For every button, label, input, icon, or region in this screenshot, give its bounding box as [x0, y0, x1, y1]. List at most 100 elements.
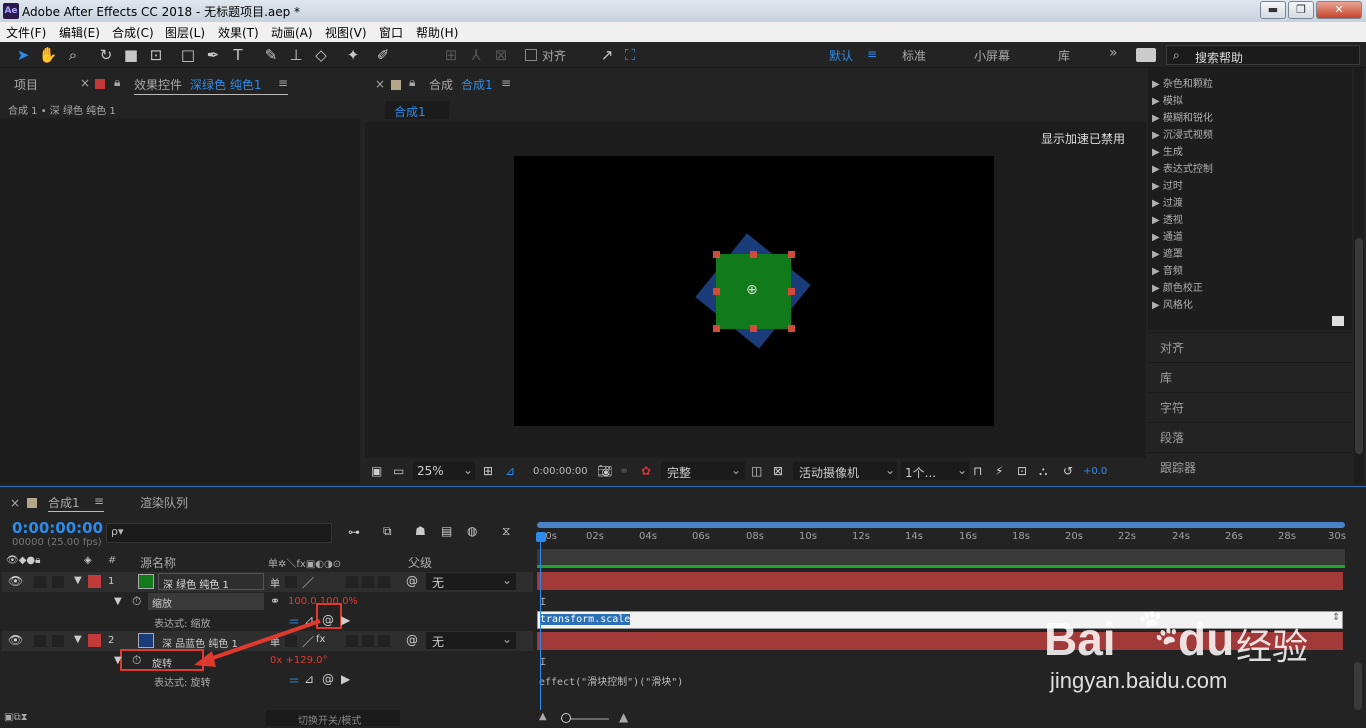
frame-blending-icon[interactable]: ▤: [441, 524, 452, 538]
work-area-bar[interactable]: [537, 522, 1345, 528]
expression-language-menu-icon[interactable]: ▶: [341, 613, 350, 627]
sync-settings-icon[interactable]: [1136, 48, 1156, 62]
pen-tool-icon[interactable]: ✒: [203, 45, 223, 65]
close-comp-tab-icon[interactable]: ×: [375, 77, 385, 91]
timeline-timecode[interactable]: 0:00:00:00: [12, 519, 103, 537]
minimize-button[interactable]: ▬: [1260, 1, 1286, 19]
clone-stamp-tool-icon[interactable]: ⊥: [286, 45, 306, 65]
close-tab-icon[interactable]: ×: [80, 76, 90, 90]
zoom-slider-thumb[interactable]: [561, 713, 571, 723]
anchor-point-icon[interactable]: ⊕: [746, 282, 758, 298]
menu-window[interactable]: 窗口: [379, 24, 403, 41]
camera-tool-icon[interactable]: ■: [121, 45, 141, 65]
exposure-value[interactable]: +0.0: [1083, 466, 1107, 477]
mask-visibility-icon[interactable]: ⊿: [505, 464, 515, 478]
panel-tracker[interactable]: 跟踪器: [1160, 459, 1196, 476]
tab-timeline-comp[interactable]: 合成1: [48, 494, 80, 511]
effect-category[interactable]: ▶ 颜色校正: [1152, 279, 1203, 294]
tab-comp-name[interactable]: 合成1: [461, 76, 493, 93]
resolution-dropdown[interactable]: 完整 ⌄: [661, 462, 745, 480]
transform-handle-br[interactable]: [788, 325, 795, 332]
panel-menu-icon[interactable]: ≡: [278, 76, 288, 90]
rectangle-tool-icon[interactable]: □: [178, 45, 198, 65]
expand-triangle-icon[interactable]: ▼: [114, 655, 122, 666]
zoom-tool-icon[interactable]: ⌕: [63, 45, 83, 65]
transform-handle-tr[interactable]: [788, 251, 795, 258]
tab-effect-controls-prefix[interactable]: 效果控件: [134, 76, 182, 93]
adjustment-switch[interactable]: [362, 635, 374, 647]
shy-switch-icon[interactable]: 单: [270, 575, 280, 590]
workspace-libraries[interactable]: 库: [1058, 47, 1070, 64]
channel-icon[interactable]: ✿: [641, 464, 651, 478]
parent-dropdown-2[interactable]: 无 ⌄: [426, 632, 516, 649]
expand-triangle-icon[interactable]: ▼: [114, 596, 122, 607]
pickwhip-icon[interactable]: @: [406, 633, 418, 647]
scroll-arrows-icon[interactable]: ⇕: [1332, 612, 1340, 623]
tab-effect-controls-layer[interactable]: 深绿色 纯色1: [190, 76, 261, 93]
panel-character[interactable]: 字符: [1160, 399, 1184, 416]
expand-triangle-icon[interactable]: ▼: [74, 634, 82, 645]
panel-align[interactable]: 对齐: [1160, 339, 1184, 356]
pickwhip-icon[interactable]: @: [406, 574, 418, 588]
right-scrollbar[interactable]: [1354, 68, 1364, 484]
menu-animation[interactable]: 动画(A): [271, 24, 313, 41]
effect-category[interactable]: ▶ 风格化: [1152, 296, 1193, 311]
zoom-in-icon[interactable]: ▲: [619, 710, 628, 724]
local-axis-icon[interactable]: ⊞: [441, 45, 461, 65]
views-dropdown[interactable]: 1个... ⌄: [901, 462, 969, 480]
layer-name-field[interactable]: 深 绿色 纯色 1: [158, 573, 264, 591]
transform-handle-t[interactable]: [750, 251, 757, 258]
always-preview-icon[interactable]: ▣: [371, 464, 382, 478]
motion-blur-switch[interactable]: [346, 635, 358, 647]
hand-tool-icon[interactable]: ✋: [38, 45, 58, 65]
playhead-handle[interactable]: [536, 532, 546, 542]
effect-category[interactable]: ▶ 过渡: [1152, 194, 1183, 209]
restore-button[interactable]: ❐: [1288, 1, 1314, 19]
transform-handle-r[interactable]: [788, 288, 795, 295]
label-color[interactable]: [88, 575, 101, 588]
scale-property-row[interactable]: ▼ ⏱︎ 缩放 ⚭ 100.0,100.0%: [2, 592, 533, 612]
monitor-icon[interactable]: ▭: [393, 464, 404, 478]
effect-category[interactable]: ▶ 通道: [1152, 228, 1183, 243]
playhead-line[interactable]: [540, 542, 541, 710]
zoom-dropdown[interactable]: 25% ⌄: [413, 462, 475, 480]
grid-icon[interactable]: ⊞: [483, 464, 493, 478]
close-button[interactable]: ✕: [1316, 1, 1362, 19]
effect-category[interactable]: ▶ 生成: [1152, 143, 1183, 158]
workspace-menu-icon[interactable]: ≡: [867, 47, 877, 61]
layer-1-duration-bar[interactable]: [537, 572, 1343, 590]
flowchart-icon[interactable]: ⛬: [1039, 464, 1047, 479]
expression-language-menu-icon[interactable]: ▶: [341, 672, 350, 686]
scrollbar-thumb[interactable]: [1354, 662, 1362, 710]
snapshot-icon[interactable]: 📷︎: [597, 464, 612, 478]
audio-toggle[interactable]: [34, 576, 46, 588]
graph-editor-icon[interactable]: ⧖: [502, 524, 510, 539]
eraser-tool-icon[interactable]: ◇: [311, 45, 331, 65]
source-name-header[interactable]: 源名称: [140, 554, 176, 571]
adjustment-switch[interactable]: [362, 576, 374, 588]
menu-composition[interactable]: 合成(C): [112, 24, 154, 41]
effect-category[interactable]: ▶ 遮罩: [1152, 245, 1183, 260]
panel-libraries[interactable]: 库: [1160, 369, 1172, 386]
comp-panel-menu-icon[interactable]: ≡: [501, 76, 511, 90]
camera-dropdown[interactable]: 活动摄像机 ⌄: [793, 462, 897, 480]
transform-handle-tl[interactable]: [713, 251, 720, 258]
menu-view[interactable]: 视图(V): [325, 24, 367, 41]
panel-paragraph[interactable]: 段落: [1160, 429, 1184, 446]
fast-preview-icon[interactable]: ⚡: [995, 464, 1003, 478]
menu-help[interactable]: 帮助(H): [416, 24, 458, 41]
effect-category[interactable]: ▶ 沉浸式视频: [1152, 126, 1213, 141]
transform-handle-b[interactable]: [750, 325, 757, 332]
layer-row-1[interactable]: 👁︎ ▼ 1 深 绿色 纯色 1 单 ／ @ 无 ⌄: [2, 572, 533, 592]
show-snapshot-icon[interactable]: ⚭: [619, 464, 629, 478]
draft-3d-icon[interactable]: ⧉: [383, 524, 392, 539]
quality-switch-icon[interactable]: ／: [302, 574, 314, 591]
transform-handle-bl[interactable]: [713, 325, 720, 332]
puppet-pin-tool-icon[interactable]: ✐: [373, 45, 393, 65]
view-axis-icon[interactable]: ⊠: [491, 45, 511, 65]
audio-toggle[interactable]: [34, 635, 46, 647]
shy-layers-icon[interactable]: ☗: [415, 524, 426, 538]
rotation-expression-text[interactable]: effect("滑块控制")("滑块"): [539, 673, 683, 688]
lock-icon[interactable]: 🔒︎: [114, 75, 120, 90]
transform-handle-l[interactable]: [713, 288, 720, 295]
